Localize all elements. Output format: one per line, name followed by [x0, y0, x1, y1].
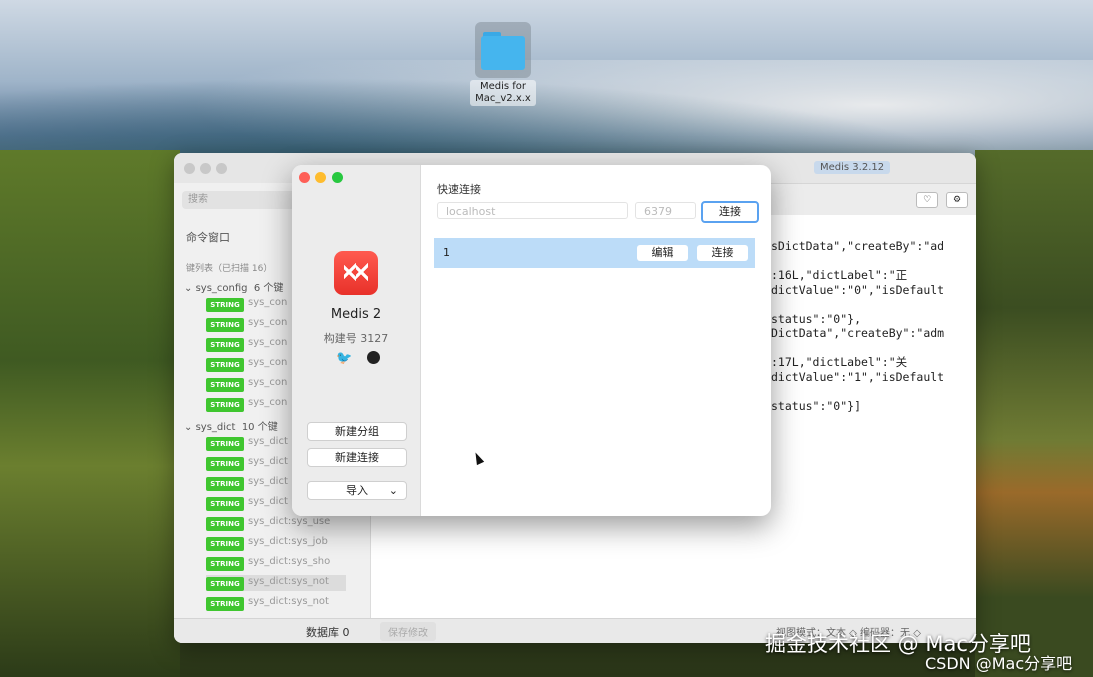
github-icon[interactable] [367, 351, 380, 364]
list-item[interactable]: STRING sys_dict:sys_sho [206, 555, 346, 571]
group-count: 10 个键 [241, 422, 278, 433]
key-name: sys_con [248, 337, 288, 348]
type-badge: STRING [206, 338, 244, 352]
type-badge: STRING [206, 298, 244, 312]
bg-toolbar-right: ♡ ⚙ [912, 191, 968, 208]
type-badge: STRING [206, 378, 244, 392]
key-name: sys_dict [248, 496, 288, 507]
type-badge: STRING [206, 537, 244, 551]
command-window-item[interactable]: 命令窗口 [186, 229, 230, 245]
key-name: sys_dict:sys_not [248, 576, 329, 587]
list-item-selected[interactable]: STRING sys_dict:sys_not [206, 575, 346, 591]
key-name: sys_con [248, 377, 288, 388]
close-icon[interactable] [184, 163, 195, 174]
folder-label: Medis for Mac_v2.x.x [470, 80, 536, 106]
key-name: sys_dict [248, 456, 288, 467]
key-list-header: 键列表（已扫描 16） [186, 264, 273, 274]
save-button[interactable]: 保存修改 [380, 622, 436, 641]
key-name: sys_dict:sys_use [248, 516, 331, 527]
port-input[interactable]: 6379 [635, 202, 696, 219]
type-badge: STRING [206, 597, 244, 611]
app-name: Medis 2 [330, 307, 382, 322]
version-label: Medis 3.2.12 [814, 161, 891, 174]
key-name: sys_dict:sys_sho [248, 556, 331, 567]
key-name: sys_con [248, 397, 288, 408]
close-icon[interactable] [299, 172, 310, 183]
group-sys-config[interactable]: ⌄ sys_config 6 个键 [184, 279, 283, 294]
medis-logo-icon [334, 251, 378, 295]
type-badge: STRING [206, 457, 244, 471]
list-item[interactable]: STRING sys_dict:sys_job [206, 535, 346, 551]
watermark-line2: CSDN @Mac分享吧 [925, 654, 1073, 673]
database-select[interactable]: 数据库 0 [306, 624, 350, 640]
type-badge: STRING [206, 358, 244, 372]
chevron-down-icon: ⌄ [388, 484, 398, 497]
quick-connect-button[interactable]: 连接 [701, 201, 759, 223]
edit-button[interactable]: 编辑 [637, 245, 688, 261]
key-name: sys_dict [248, 476, 288, 487]
key-name: sys_dict:sys_job [248, 536, 328, 547]
type-badge: STRING [206, 318, 244, 332]
desktop-folder[interactable]: Medis for Mac_v2.x.x [470, 22, 536, 106]
folder-icon [475, 22, 531, 78]
type-badge: STRING [206, 557, 244, 571]
heart-icon[interactable]: ♡ [916, 192, 939, 208]
gear-icon[interactable]: ⚙ [946, 192, 968, 208]
key-name: sys_dict [248, 436, 288, 447]
type-badge: STRING [206, 398, 244, 412]
new-connection-button[interactable]: 新建连接 [307, 448, 407, 467]
zoom-icon[interactable] [332, 172, 343, 183]
key-name: sys_con [248, 317, 288, 328]
zoom-icon[interactable] [216, 163, 227, 174]
type-badge: STRING [206, 517, 244, 531]
connect-button[interactable]: 连接 [697, 245, 748, 261]
connection-dialog: Medis 2 构建号 3127 🐦 新建分组 新建连接 导入 ⌄ 快速连接 l… [292, 165, 771, 516]
host-input[interactable]: localhost [437, 202, 628, 219]
group-name: sys_dict [195, 422, 236, 433]
wallpaper-forest-right [975, 150, 1093, 677]
type-badge: STRING [206, 477, 244, 491]
key-name: sys_dict:sys_not [248, 596, 329, 607]
key-name: sys_con [248, 297, 288, 308]
dialog-sidebar: Medis 2 构建号 3127 🐦 新建分组 新建连接 导入 ⌄ [292, 165, 421, 516]
connection-name: 1 [443, 246, 450, 259]
twitter-icon[interactable]: 🐦 [336, 351, 352, 366]
wallpaper-forest-left [0, 150, 180, 677]
group-name: sys_config [195, 283, 248, 294]
list-item[interactable]: STRING sys_dict:sys_not [206, 595, 346, 611]
quick-connect-panel: 快速连接 localhost 6379 连接 1 编辑 连接 [421, 165, 771, 516]
build-number: 构建号 3127 [323, 332, 389, 345]
import-label: 导入 [346, 484, 368, 497]
minimize-icon[interactable] [315, 172, 326, 183]
type-badge: STRING [206, 437, 244, 451]
social-links: 🐦 [336, 351, 380, 366]
table-row[interactable]: 1 编辑 连接 [434, 238, 755, 268]
type-badge: STRING [206, 497, 244, 511]
list-item[interactable]: STRING sys_dict:sys_use [206, 515, 346, 531]
key-name: sys_con [248, 357, 288, 368]
minimize-icon[interactable] [200, 163, 211, 174]
new-group-button[interactable]: 新建分组 [307, 422, 407, 441]
type-badge: STRING [206, 577, 244, 591]
group-sys-dict[interactable]: ⌄ sys_dict 10 个键 [184, 418, 278, 433]
quick-connect-title: 快速连接 [437, 183, 481, 196]
code-view: sDictData","createBy":"ad :16L,"dictLabe… [771, 239, 945, 413]
group-count: 6 个键 [253, 283, 284, 294]
import-button[interactable]: 导入 ⌄ [307, 481, 407, 500]
